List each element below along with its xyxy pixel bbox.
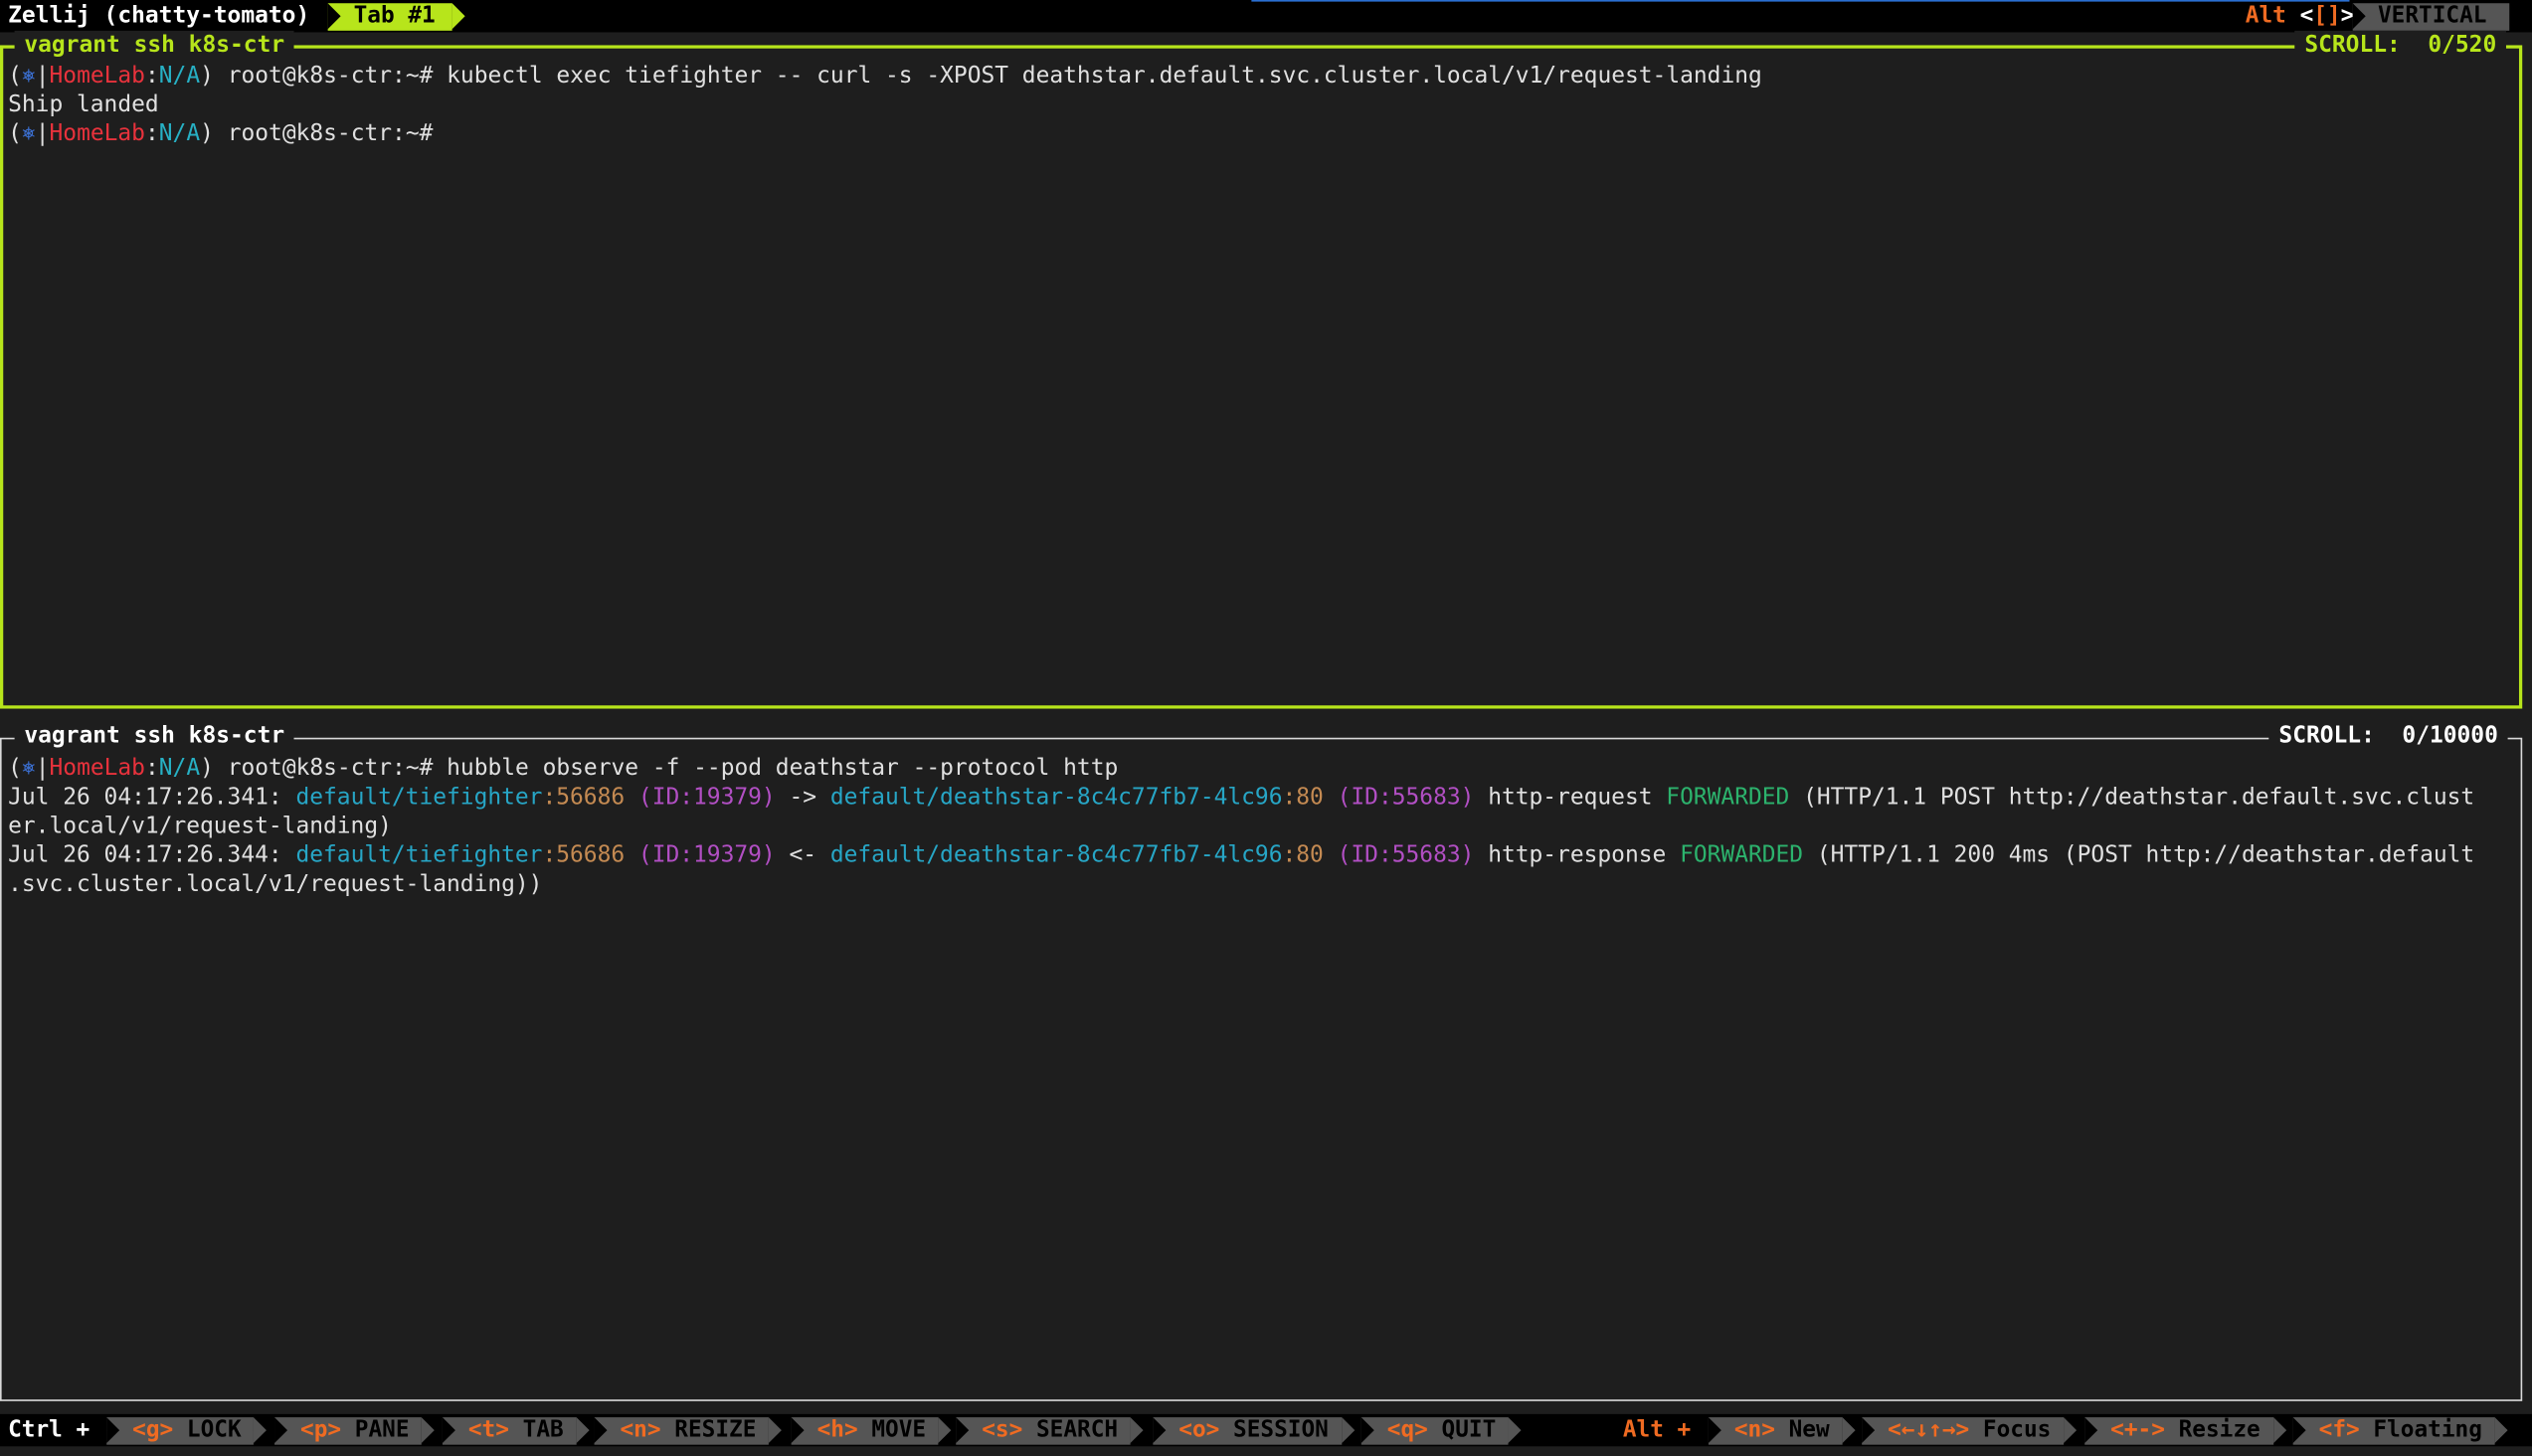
key-quit[interactable]: <q> QUIT [1360,1417,1524,1445]
key-search[interactable]: <s> SEARCH [956,1417,1145,1445]
hubble-flow-wrap: er.local/v1/request-landing) [8,814,392,840]
key-tab[interactable]: <t> TAB [442,1417,590,1445]
terminal-line-command: (⎈|HomeLab:N/A) root@k8s-ctr:~# kubectl … [8,63,1762,90]
tab-1[interactable]: Tab #1 [327,3,464,31]
hubble-flow-wrap: .svc.cluster.local/v1/request-landing)) [8,871,543,898]
kubernetes-icon: ⎈ [21,755,36,782]
zellij-top-bar: Zellij (chatty-tomato) Tab #1 Alt <[]> V… [0,0,2532,33]
scroll-indicator: SCROLL: 0/520 [2294,30,2506,61]
session-name: Zellij (chatty-tomato) [8,3,310,30]
key-resize[interactable]: <n> RESIZE [594,1417,783,1445]
pane-top[interactable]: vagrant ssh k8s-ctr SCROLL: 0/520 (⎈|Hom… [0,30,2523,709]
alt-label: Alt + [1622,1417,1692,1444]
terminal-line-prompt[interactable]: (⎈|HomeLab:N/A) root@k8s-ctr:~# [8,119,447,148]
key-move[interactable]: <h> MOVE [791,1417,953,1445]
swap-layout-indicator[interactable]: VERTICAL [2352,3,2510,31]
kubernetes-icon: ⎈ [21,120,36,147]
key-session[interactable]: <o> SESSION [1153,1417,1355,1445]
top-divider [1251,0,2350,2]
alt-hint: Alt <[]> [2245,3,2355,30]
key-resize-pane[interactable]: <+-> Resize [2084,1417,2286,1445]
hubble-flow-line: Jul 26 04:17:26.341: default/tiefighter:… [8,784,2475,811]
terminal-window: Zellij (chatty-tomato) Tab #1 Alt <[]> V… [0,0,2532,1456]
terminal-line-command: (⎈|HomeLab:N/A) root@k8s-ctr:~# hubble o… [8,755,1119,782]
key-focus[interactable]: <←↓↑→> Focus [1862,1417,2078,1445]
key-pane[interactable]: <p> PANE [274,1417,437,1445]
kubernetes-icon: ⎈ [21,63,36,90]
pane-title: vagrant ssh k8s-ctr [14,30,294,61]
pane-bottom[interactable]: vagrant ssh k8s-ctr SCROLL: 0/10000 (⎈|H… [0,721,2523,1401]
zellij-status-bar: Ctrl + <g> LOCK <p> PANE <t> TAB <n> RES… [0,1413,2532,1447]
hubble-flow-line: Jul 26 04:17:26.344: default/tiefighter:… [8,842,2475,869]
key-new-pane[interactable]: <n> New [1708,1417,1856,1445]
pane-title: vagrant ssh k8s-ctr [14,721,294,751]
terminal-line-output: Ship landed [8,91,159,118]
key-lock[interactable]: <g> LOCK [106,1417,269,1445]
scroll-indicator: SCROLL: 0/10000 [2268,721,2508,751]
ctrl-label: Ctrl + [8,1417,90,1444]
key-floating[interactable]: <f> Floating [2292,1417,2509,1445]
